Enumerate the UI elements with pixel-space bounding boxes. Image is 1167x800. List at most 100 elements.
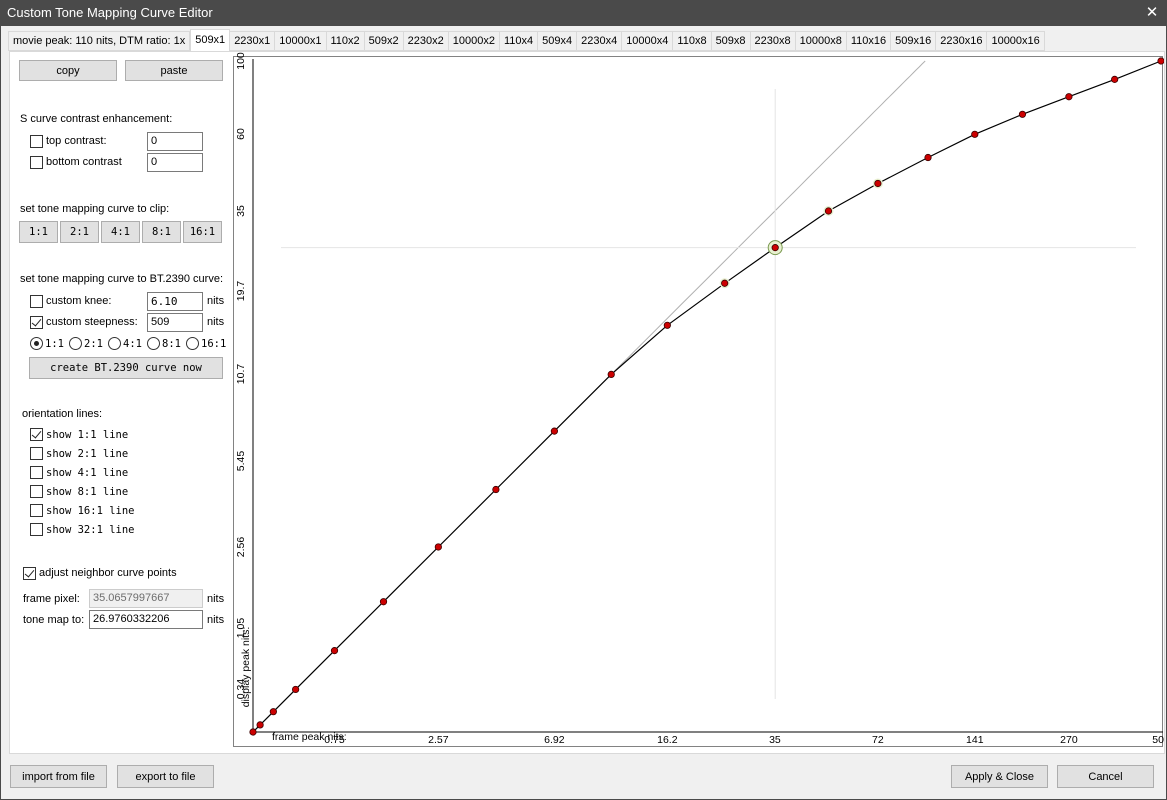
curve-point[interactable] bbox=[824, 207, 833, 215]
tab-10000x8[interactable]: 10000x8 bbox=[795, 31, 847, 51]
bottom-contrast-checkbox[interactable] bbox=[30, 156, 43, 169]
tab-509x16[interactable]: 509x16 bbox=[891, 31, 937, 51]
curve-point[interactable] bbox=[550, 427, 558, 435]
create-bt2390-button[interactable]: create BT.2390 curve now bbox=[29, 357, 223, 379]
curve-point[interactable] bbox=[434, 543, 442, 551]
show-line-label: show 8:1 line bbox=[46, 486, 129, 498]
custom-steepness-checkbox[interactable] bbox=[30, 316, 43, 329]
ratio-1-1-label: 1:1 bbox=[45, 338, 64, 350]
cancel-button[interactable]: Cancel bbox=[1057, 765, 1154, 788]
adjust-neighbor-checkbox[interactable] bbox=[23, 567, 36, 580]
y-axis-label: display peak nits: bbox=[240, 626, 252, 708]
tab-509x1[interactable]: 509x1 bbox=[190, 29, 231, 51]
curve-point[interactable] bbox=[1111, 75, 1119, 83]
top-contrast-checkbox[interactable] bbox=[30, 135, 43, 148]
clip-2-1-button[interactable]: 2:1 bbox=[60, 221, 99, 243]
clip-16-1-button[interactable]: 16:1 bbox=[183, 221, 222, 243]
curve-point[interactable] bbox=[330, 647, 339, 655]
curve-point[interactable] bbox=[663, 321, 671, 329]
bt2390-heading: set tone mapping curve to BT.2390 curve: bbox=[20, 273, 224, 285]
curve-point[interactable] bbox=[269, 708, 277, 716]
tab-110x16[interactable]: 110x16 bbox=[846, 31, 892, 51]
curve-point[interactable] bbox=[771, 244, 779, 252]
ratio-2-1-radio[interactable] bbox=[69, 337, 82, 350]
export-button[interactable]: export to file bbox=[117, 765, 214, 788]
steepness-unit: nits bbox=[207, 316, 225, 328]
import-button[interactable]: import from file bbox=[10, 765, 107, 788]
show-line-checkbox[interactable] bbox=[30, 428, 43, 441]
x-tick-label: 141 bbox=[966, 734, 984, 746]
divider bbox=[19, 394, 222, 395]
y-tick-label: 60 bbox=[235, 128, 247, 141]
ratio-4-1-radio[interactable] bbox=[108, 337, 121, 350]
tab-2230x16[interactable]: 2230x16 bbox=[936, 31, 988, 51]
y-tick-label: 19.7 bbox=[235, 281, 247, 302]
paste-button[interactable]: paste bbox=[125, 60, 223, 81]
tab-movie-peak-110-nits-dtm-ratio-1x[interactable]: movie peak: 110 nits, DTM ratio: 1x bbox=[8, 31, 191, 51]
tab-110x8[interactable]: 110x8 bbox=[673, 31, 712, 51]
custom-steepness-label: custom steepness: bbox=[46, 316, 138, 328]
curve-point[interactable] bbox=[971, 130, 979, 138]
tab-110x4[interactable]: 110x4 bbox=[499, 31, 539, 51]
tab-10000x2[interactable]: 10000x2 bbox=[448, 31, 500, 51]
curve-point[interactable] bbox=[292, 685, 300, 694]
tone-map-label: tone map to: bbox=[23, 614, 85, 626]
bottom-contrast-input[interactable]: 0 bbox=[147, 153, 203, 172]
curve-point[interactable] bbox=[924, 153, 932, 162]
x-tick-label: 270 bbox=[1060, 734, 1078, 746]
tab-110x2[interactable]: 110x2 bbox=[326, 31, 365, 51]
curve-point[interactable] bbox=[256, 721, 264, 729]
tab-509x2[interactable]: 509x2 bbox=[364, 31, 404, 51]
copy-button[interactable]: copy bbox=[19, 60, 117, 81]
y-tick-label: 100 bbox=[235, 52, 247, 70]
show-line-checkbox[interactable] bbox=[30, 504, 43, 517]
curve-point[interactable] bbox=[379, 598, 388, 606]
show-line-checkbox[interactable] bbox=[30, 485, 43, 498]
curve-point[interactable] bbox=[874, 179, 882, 188]
curve-point[interactable] bbox=[1065, 93, 1073, 101]
ratio-2-1-label: 2:1 bbox=[84, 338, 103, 350]
show-line-label: show 32:1 line bbox=[46, 524, 135, 536]
show-line-checkbox[interactable] bbox=[30, 447, 43, 460]
tab-2230x2[interactable]: 2230x2 bbox=[403, 31, 449, 51]
tone-curve-chart[interactable]: 0.752.576.9216.23572141270509 0.341.052.… bbox=[233, 52, 1164, 748]
tab-509x8[interactable]: 509x8 bbox=[711, 31, 751, 51]
top-contrast-input[interactable]: 0 bbox=[147, 132, 203, 151]
curve-point[interactable] bbox=[249, 728, 257, 736]
show-line-checkbox[interactable] bbox=[30, 466, 43, 479]
curve-point[interactable] bbox=[1157, 57, 1164, 65]
x-axis-label: frame peak nits: bbox=[272, 731, 347, 743]
ratio-16-1-radio[interactable] bbox=[186, 337, 199, 350]
clip-1-1-button[interactable]: 1:1 bbox=[19, 221, 58, 243]
curve-point[interactable] bbox=[721, 279, 729, 287]
custom-knee-checkbox[interactable] bbox=[30, 295, 43, 308]
tab-509x4[interactable]: 509x4 bbox=[538, 31, 578, 51]
tab-10000x1[interactable]: 10000x1 bbox=[275, 31, 327, 51]
window-title: Custom Tone Mapping Curve Editor bbox=[7, 5, 213, 20]
ratio-8-1-radio[interactable] bbox=[147, 337, 160, 350]
divider bbox=[19, 188, 222, 189]
x-tick-label: 35 bbox=[769, 734, 781, 746]
curve-point[interactable] bbox=[492, 485, 500, 494]
close-icon[interactable]: ✕ bbox=[1137, 0, 1167, 26]
custom-knee-input[interactable]: 6.10 bbox=[147, 292, 203, 311]
tab-2230x8[interactable]: 2230x8 bbox=[750, 31, 796, 51]
chart-canvas[interactable]: 0.752.576.9216.23572141270509 bbox=[234, 57, 1164, 748]
divider bbox=[19, 259, 222, 260]
apply-close-button[interactable]: Apply & Close bbox=[951, 765, 1048, 788]
bottom-contrast-label: bottom contrast bbox=[46, 156, 122, 168]
curve-point[interactable] bbox=[1018, 110, 1027, 118]
ratio-1-1-radio[interactable] bbox=[30, 337, 43, 350]
curve-point[interactable] bbox=[607, 370, 615, 378]
tab-10000x4[interactable]: 10000x4 bbox=[622, 31, 674, 51]
top-contrast-label: top contrast: bbox=[46, 135, 107, 147]
clip-4-1-button[interactable]: 4:1 bbox=[101, 221, 140, 243]
divider bbox=[19, 98, 222, 99]
tab-10000x16[interactable]: 10000x16 bbox=[987, 31, 1045, 51]
tone-map-input[interactable]: 26.9760332206 bbox=[89, 610, 203, 629]
custom-steepness-input[interactable]: 509 bbox=[147, 313, 203, 332]
clip-8-1-button[interactable]: 8:1 bbox=[142, 221, 181, 243]
tab-2230x4[interactable]: 2230x4 bbox=[577, 31, 623, 51]
show-line-label: show 2:1 line bbox=[46, 448, 129, 460]
show-line-checkbox[interactable] bbox=[30, 523, 43, 536]
